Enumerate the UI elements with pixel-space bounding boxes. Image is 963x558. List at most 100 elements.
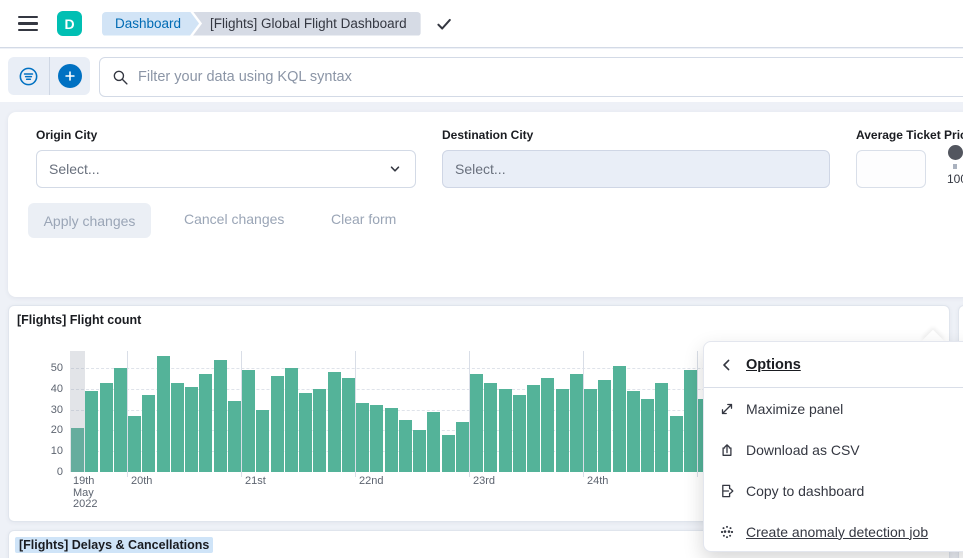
y-axis-tick-label: 30: [31, 404, 63, 416]
menu-item-label: Maximize panel: [746, 401, 843, 417]
flight-count-bar[interactable]: [271, 376, 284, 472]
flight-count-bar[interactable]: [427, 412, 440, 472]
flight-count-bar[interactable]: [527, 385, 540, 472]
flight-count-bar[interactable]: [85, 391, 98, 472]
check-icon[interactable]: [435, 15, 453, 33]
flight-count-bar[interactable]: [570, 374, 583, 472]
kql-search-input[interactable]: [138, 69, 963, 85]
top-navigation-bar: D Dashboard [Flights] Global Flight Dash…: [0, 0, 963, 48]
dashboard-controls-card: Origin City Select... Destination City S…: [8, 112, 963, 297]
flight-count-bar[interactable]: [513, 395, 526, 472]
flight-count-bar[interactable]: [256, 410, 269, 472]
chevron-left-icon: [719, 357, 735, 373]
origin-city-label: Origin City: [36, 128, 97, 142]
anomaly-detection-icon: [719, 524, 735, 540]
menu-hamburger-icon[interactable]: [17, 15, 39, 33]
flight-count-bar[interactable]: [214, 360, 227, 472]
flight-count-bar[interactable]: [670, 416, 683, 472]
breadcrumb-current-dashboard[interactable]: [Flights] Global Flight Dashboard: [193, 12, 421, 36]
search-icon: [112, 69, 129, 86]
x-axis-tick-label: 24th: [587, 476, 608, 488]
destination-city-select[interactable]: Select...: [442, 150, 830, 188]
average-ticket-price-input[interactable]: [856, 150, 926, 188]
download-csv-icon: [719, 442, 735, 458]
x-axis-tick-label: 22nd: [359, 476, 383, 488]
menu-item-download-csv[interactable]: Download as CSV: [704, 429, 963, 470]
y-axis-tick-label: 20: [31, 424, 63, 436]
clear-form-button[interactable]: Clear form: [331, 211, 396, 227]
filter-in-circle-icon: [18, 66, 39, 87]
flight-count-bar[interactable]: [641, 399, 654, 472]
flight-count-bar[interactable]: [228, 401, 241, 472]
flight-count-bar[interactable]: [199, 374, 212, 472]
breadcrumb: Dashboard [Flights] Global Flight Dashbo…: [102, 12, 421, 36]
flight-count-bar[interactable]: [584, 389, 597, 472]
options-menu-title: Options: [746, 357, 801, 373]
flight-count-bar[interactable]: [655, 383, 668, 472]
flight-count-bar[interactable]: [328, 372, 341, 472]
add-filter-button[interactable]: [49, 57, 90, 95]
flight-count-bar[interactable]: [114, 368, 127, 472]
panel-options-menu: Options Maximize panel Download as CSV C…: [703, 341, 963, 552]
destination-city-label: Destination City: [442, 128, 533, 142]
x-axis-tick-label: 20th: [131, 476, 152, 488]
flight-count-bar[interactable]: [299, 393, 312, 472]
maximize-icon: [719, 401, 735, 417]
x-axis-start-label: 19thMay2022: [73, 476, 97, 511]
flight-count-bar[interactable]: [385, 408, 398, 472]
flight-count-bar[interactable]: [185, 387, 198, 472]
flight-count-bar[interactable]: [556, 389, 569, 472]
flight-count-bar[interactable]: [541, 378, 554, 472]
cancel-changes-button[interactable]: Cancel changes: [184, 211, 284, 227]
flight-count-bar[interactable]: [128, 416, 141, 472]
breadcrumb-dashboard[interactable]: Dashboard: [102, 12, 199, 36]
flight-count-bar[interactable]: [499, 389, 512, 472]
flight-count-bar[interactable]: [684, 370, 697, 472]
flight-count-bar[interactable]: [484, 383, 497, 472]
flight-count-bar[interactable]: [242, 370, 255, 472]
menu-item-label: Create anomaly detection job: [746, 524, 928, 540]
flight-count-bar[interactable]: [142, 395, 155, 472]
plus-icon: [58, 64, 82, 88]
menu-item-copy-to-dashboard[interactable]: Copy to dashboard: [704, 470, 963, 511]
y-axis-tick-label: 10: [31, 445, 63, 457]
origin-city-placeholder: Select...: [49, 161, 100, 177]
flight-count-bar[interactable]: [171, 383, 184, 472]
flight-count-bar[interactable]: [100, 383, 113, 472]
y-axis-tick-label: 40: [31, 383, 63, 395]
price-range-min-value: 100: [947, 172, 963, 186]
flight-count-bar[interactable]: [356, 403, 369, 472]
average-ticket-price-label: Average Ticket Price: [856, 128, 963, 142]
flight-count-bar[interactable]: [442, 435, 455, 472]
flight-count-bar[interactable]: [627, 391, 640, 472]
flight-count-bar[interactable]: [613, 366, 626, 472]
options-menu-back-header[interactable]: Options: [704, 342, 963, 387]
price-range-slider-tick: [953, 164, 957, 169]
origin-city-select[interactable]: Select...: [36, 150, 416, 188]
menu-item-create-anomaly-detection-job[interactable]: Create anomaly detection job: [704, 511, 963, 552]
flight-count-bar[interactable]: [342, 378, 355, 472]
flight-count-bar[interactable]: [313, 389, 326, 472]
x-axis-tick-label: 23rd: [473, 476, 495, 488]
deployment-badge[interactable]: D: [57, 11, 82, 36]
flight-count-bar[interactable]: [157, 356, 170, 472]
x-axis-tick-label: 21st: [245, 476, 266, 488]
menu-item-label: Download as CSV: [746, 442, 860, 458]
price-range-slider-thumb[interactable]: [948, 145, 963, 160]
flight-count-bar[interactable]: [285, 368, 298, 472]
flight-count-bar[interactable]: [399, 420, 412, 472]
delays-cancellations-panel-title[interactable]: [Flights] Delays & Cancellations: [15, 537, 213, 553]
flight-count-bar[interactable]: [470, 374, 483, 472]
filter-button-group: [8, 57, 90, 95]
kql-search-bar: [99, 57, 963, 97]
query-toolbar: [0, 49, 963, 102]
flight-count-bar[interactable]: [598, 380, 611, 472]
apply-changes-button[interactable]: Apply changes: [28, 203, 151, 238]
y-axis-tick-label: 0: [31, 466, 63, 478]
menu-item-label: Copy to dashboard: [746, 483, 864, 499]
saved-filters-button[interactable]: [8, 57, 49, 95]
flight-count-bar[interactable]: [413, 430, 426, 472]
flight-count-bar[interactable]: [370, 405, 383, 472]
menu-item-maximize-panel[interactable]: Maximize panel: [704, 388, 963, 429]
flight-count-bar[interactable]: [456, 422, 469, 472]
